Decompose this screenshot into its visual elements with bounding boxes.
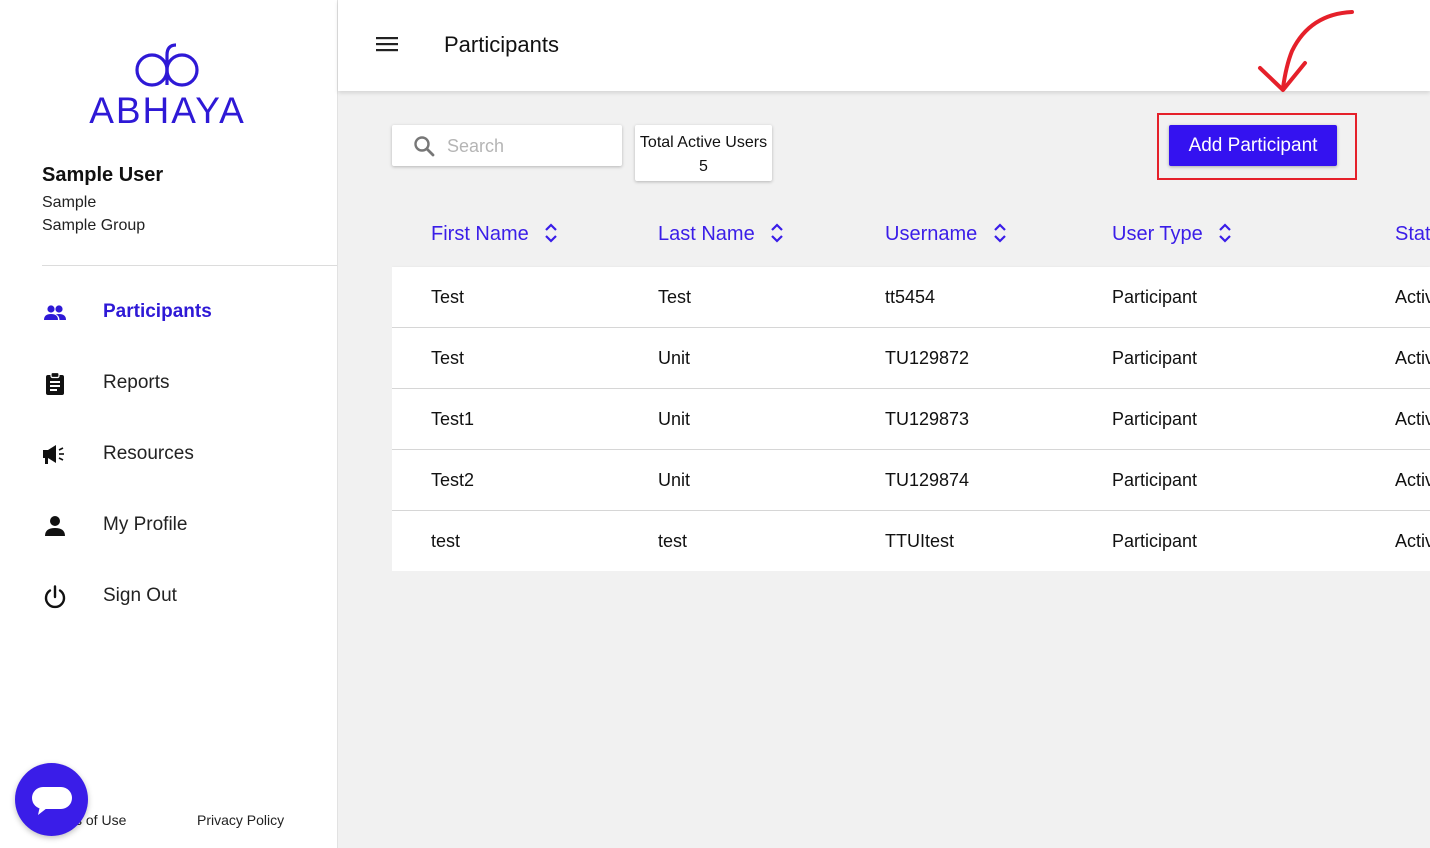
- sidebar-item-label: Participants: [103, 301, 212, 322]
- sort-icon: [1219, 223, 1232, 243]
- column-header-label: Username: [885, 223, 978, 245]
- hamburger-menu-icon: [376, 37, 398, 52]
- cell-user-type: Participant: [1112, 287, 1198, 307]
- sidebar-item-label: Resources: [103, 443, 194, 464]
- cell-last-name: test: [658, 531, 688, 551]
- cell-user-type: Participant: [1112, 531, 1198, 551]
- column-header-label: Stat: [1395, 223, 1430, 245]
- cell-last-name: Unit: [658, 470, 691, 490]
- column-header-username[interactable]: Username: [885, 223, 1007, 246]
- sort-icon: [771, 223, 784, 243]
- search-input[interactable]: [445, 133, 614, 159]
- privacy-policy-link[interactable]: Privacy Policy: [197, 812, 284, 828]
- sort-icon: [994, 223, 1006, 243]
- search-icon: [414, 136, 435, 157]
- sidebar: ABHAYA Sample User Sample Sample Group P…: [0, 0, 338, 848]
- cell-first-name: Test1: [431, 409, 475, 429]
- cell-first-name: test: [431, 531, 461, 551]
- table-header-row: First Name Last Name Username User Type: [392, 205, 1430, 267]
- cell-first-name: Test: [431, 287, 465, 307]
- total-active-users-card: Total Active Users 5: [635, 125, 772, 181]
- cell-first-name: Test2: [431, 470, 475, 490]
- cell-status: Activ: [1395, 287, 1430, 307]
- brand-logo: ABHAYA: [80, 42, 255, 132]
- annotation-arrow-icon: [1258, 10, 1354, 92]
- sidebar-item-resources[interactable]: Resources: [0, 424, 337, 484]
- cell-last-name: Test: [658, 287, 692, 307]
- megaphone-icon: [43, 445, 64, 464]
- add-participant-button[interactable]: Add Participant: [1169, 125, 1337, 166]
- cell-last-name: Unit: [658, 348, 691, 368]
- column-header-user-type[interactable]: User Type: [1112, 223, 1232, 246]
- brand-name: ABHAYA: [89, 90, 246, 131]
- sort-icon: [545, 223, 558, 243]
- person-icon: [45, 516, 65, 536]
- cell-user-type: Participant: [1112, 470, 1198, 490]
- table-row[interactable]: Test2 Unit TU129874 Participant Activ: [392, 450, 1430, 511]
- cell-status: Activ: [1395, 531, 1430, 551]
- sidebar-item-participants[interactable]: Participants: [0, 282, 337, 342]
- cell-first-name: Test: [431, 348, 465, 368]
- sidebar-item-label: Sign Out: [103, 585, 177, 606]
- stat-label: Total Active Users: [639, 134, 768, 151]
- user-org: Sample: [42, 194, 97, 211]
- user-name: Sample User: [42, 164, 164, 186]
- table-row[interactable]: Test Unit TU129872 Participant Activ: [392, 328, 1430, 389]
- column-header-label: First Name: [431, 223, 529, 245]
- chat-bubble-icon: [32, 787, 72, 815]
- sidebar-item-label: My Profile: [103, 514, 188, 535]
- sidebar-item-my-profile[interactable]: My Profile: [0, 495, 337, 555]
- cell-username: TU129873: [885, 409, 970, 429]
- column-header-status[interactable]: Stat: [1395, 223, 1430, 246]
- cell-status: Activ: [1395, 409, 1430, 429]
- cell-username: tt5454: [885, 287, 936, 307]
- power-icon: [44, 585, 66, 609]
- search-field[interactable]: [392, 125, 622, 166]
- cell-username: TU129874: [885, 470, 970, 490]
- page-title: Participants: [444, 32, 559, 57]
- table-body: Test Test tt5454 Participant Activ Test …: [392, 267, 1430, 571]
- menu-button[interactable]: [375, 34, 399, 54]
- cell-last-name: Unit: [658, 409, 691, 429]
- stat-value: 5: [699, 158, 708, 175]
- people-icon: [44, 305, 66, 320]
- abhaya-logo-mark-icon: [134, 43, 199, 87]
- cell-username: TU129872: [885, 348, 970, 368]
- sidebar-item-label: Reports: [103, 372, 170, 393]
- column-header-first-name[interactable]: First Name: [431, 223, 558, 246]
- cell-status: Activ: [1395, 470, 1430, 490]
- column-header-label: User Type: [1112, 223, 1203, 245]
- chat-button[interactable]: [15, 763, 88, 836]
- column-header-last-name[interactable]: Last Name: [658, 223, 784, 246]
- table-row[interactable]: Test Test tt5454 Participant Activ: [392, 267, 1430, 328]
- table-row[interactable]: Test1 Unit TU129873 Participant Activ: [392, 389, 1430, 450]
- table-row[interactable]: test test TTUItest Participant Activ: [392, 511, 1430, 571]
- cell-user-type: Participant: [1112, 348, 1198, 368]
- sidebar-divider: [42, 265, 337, 266]
- clipboard-icon: [46, 371, 64, 395]
- participants-table: First Name Last Name Username User Type: [392, 205, 1430, 571]
- user-group: Sample Group: [42, 217, 146, 234]
- sidebar-item-sign-out[interactable]: Sign Out: [0, 566, 337, 626]
- cell-username: TTUItest: [885, 531, 955, 551]
- cell-status: Activ: [1395, 348, 1430, 368]
- column-header-label: Last Name: [658, 223, 755, 245]
- sidebar-item-reports[interactable]: Reports: [0, 353, 337, 413]
- cell-user-type: Participant: [1112, 409, 1198, 429]
